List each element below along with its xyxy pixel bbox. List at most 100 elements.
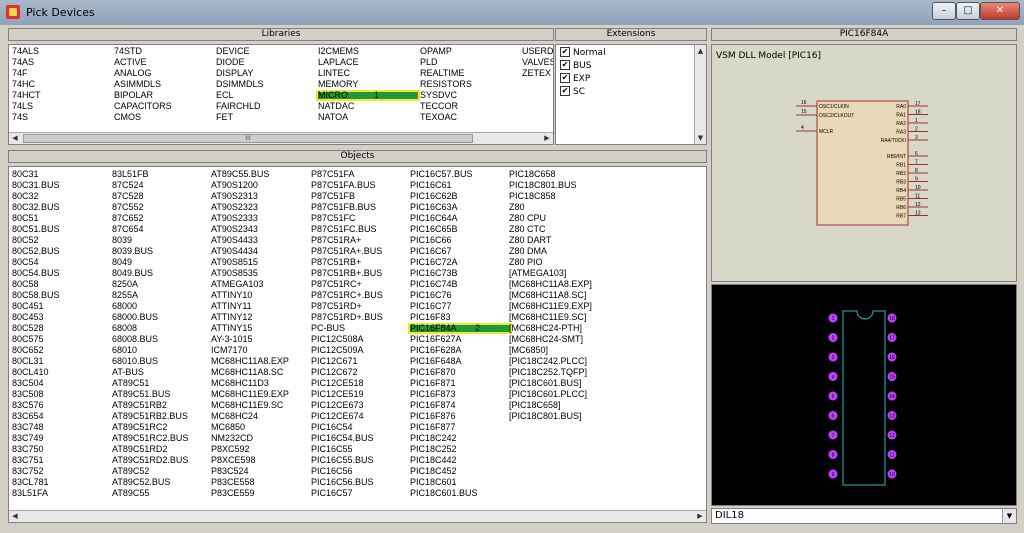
object-item[interactable]: [MC68HC11A8.SC] — [509, 290, 592, 301]
scroll-left-icon[interactable]: ◀ — [9, 133, 21, 144]
object-item[interactable]: PIC18C452 — [410, 466, 478, 477]
object-item[interactable]: PIC16F83 — [410, 312, 478, 323]
object-item[interactable]: 87C552 — [112, 202, 188, 213]
object-item[interactable]: PIC16C56.BUS — [311, 477, 383, 488]
object-item[interactable]: PIC16F873 — [410, 389, 478, 400]
object-item[interactable]: MC68HC11E9.SC — [211, 400, 289, 411]
objects-list[interactable]: 80C31 80C31.BUS 80C32 80C32.BUS 80C51 80C51.B… — [8, 166, 707, 523]
object-item[interactable]: [PIC18C601.PLCC] — [509, 389, 592, 400]
chevron-down-icon[interactable]: ▼ — [1002, 509, 1016, 523]
object-item[interactable]: [MC68HC11E9.SC] — [509, 312, 592, 323]
object-item[interactable]: 80C31 — [12, 169, 60, 180]
object-item[interactable]: [PIC18C658] — [509, 400, 592, 411]
library-item[interactable]: NATOA — [318, 112, 359, 123]
library-item[interactable]: ECL — [216, 90, 264, 101]
object-item[interactable]: P87C51RC+ — [311, 279, 383, 290]
object-item[interactable]: 83C508 — [12, 389, 60, 400]
object-item[interactable]: AT89C51RC2.BUS — [112, 433, 188, 444]
object-item[interactable]: 80C51.BUS — [12, 224, 60, 235]
object-item[interactable]: PIC16C72A — [410, 257, 478, 268]
checkbox[interactable]: ✔ — [560, 59, 570, 70]
object-item[interactable]: AT90S2313 — [211, 191, 289, 202]
library-item[interactable]: ZETEX — [522, 68, 553, 79]
object-item[interactable]: 8049 — [112, 257, 188, 268]
object-item[interactable]: PIC18C801.BUS — [509, 180, 592, 191]
object-item[interactable]: P87C51RA+ — [311, 235, 383, 246]
object-item[interactable]: P87C51RC+.BUS — [311, 290, 383, 301]
library-item[interactable]: 74F — [12, 68, 41, 79]
object-item[interactable]: 80C58 — [12, 279, 60, 290]
object-item[interactable]: AT90S8515 — [211, 257, 289, 268]
object-item[interactable]: P87C51RB+ — [311, 257, 383, 268]
object-item[interactable]: PIC16C66 — [410, 235, 478, 246]
object-item[interactable]: P87C51FA — [311, 169, 383, 180]
object-item[interactable]: [PIC18C601.BUS] — [509, 378, 592, 389]
object-item[interactable]: PIC16F627A — [410, 334, 478, 345]
object-item[interactable]: 8255A — [112, 290, 188, 301]
object-item[interactable]: Z80 CTC — [509, 224, 592, 235]
libraries-list[interactable]: 74ALS 74AS 74F 74HC 74HCT 74LS 74S 74STD ACTIVE A… — [8, 44, 554, 145]
object-item[interactable]: PIC16C63A — [410, 202, 478, 213]
object-item[interactable]: PIC16C62B — [410, 191, 478, 202]
object-item[interactable]: 87C654 — [112, 224, 188, 235]
object-item[interactable]: 83C752 — [12, 466, 60, 477]
object-item[interactable]: AT90S1200 — [211, 180, 289, 191]
object-item[interactable]: PIC16F871 — [410, 378, 478, 389]
object-item[interactable]: AT89C55 — [112, 488, 188, 499]
object-item[interactable]: 8250A — [112, 279, 188, 290]
library-item[interactable]: VALVES — [522, 57, 553, 68]
object-item[interactable]: AT89C51RD2.BUS — [112, 455, 188, 466]
object-item[interactable]: 80C32.BUS — [12, 202, 60, 213]
object-item[interactable]: AT89C51RC2 — [112, 422, 188, 433]
library-item[interactable]: CAPACITORS — [114, 101, 172, 112]
object-item[interactable]: 83C751 — [12, 455, 60, 466]
object-item[interactable]: [PIC18C242.PLCC] — [509, 356, 592, 367]
object-item[interactable]: 8049.BUS — [112, 268, 188, 279]
object-item[interactable]: [MC68HC24-SMT] — [509, 334, 592, 345]
object-item[interactable]: PIC16C57 — [311, 488, 383, 499]
object-item[interactable]: 8039.BUS — [112, 246, 188, 257]
object-item[interactable]: AT90S4434 — [211, 246, 289, 257]
library-item[interactable]: ANALOG — [114, 68, 172, 79]
object-item[interactable]: 80C52 — [12, 235, 60, 246]
object-item[interactable]: PIC16F84A — [410, 323, 478, 334]
scroll-up-icon[interactable]: ▲ — [695, 45, 706, 57]
object-item[interactable]: PIC12CE674 — [311, 411, 383, 422]
object-item[interactable]: 68010 — [112, 345, 188, 356]
object-item[interactable]: AT89C55.BUS — [211, 169, 289, 180]
library-item[interactable]: 74LS — [12, 101, 41, 112]
object-item[interactable]: 80C528 — [12, 323, 60, 334]
object-item[interactable]: MC68HC11E9.EXP — [211, 389, 289, 400]
scroll-right-icon[interactable]: ▶ — [541, 133, 553, 144]
object-item[interactable]: 80C52.BUS — [12, 246, 60, 257]
library-item[interactable]: 74ALS — [12, 46, 41, 57]
object-item[interactable]: PIC16C54.BUS — [311, 433, 383, 444]
object-item[interactable]: PIC16F628A — [410, 345, 478, 356]
library-item[interactable]: BIPOLAR — [114, 90, 172, 101]
object-item[interactable]: PIC16C67 — [410, 246, 478, 257]
extensions-vertical-scrollbar[interactable]: ▲ ▼ — [694, 45, 706, 144]
object-item[interactable]: PIC12C671 — [311, 356, 383, 367]
object-item[interactable]: ATTINY11 — [211, 301, 289, 312]
object-item[interactable]: 83L51FB — [112, 169, 188, 180]
library-item[interactable]: 74HCT — [12, 90, 41, 101]
object-item[interactable]: AT90S2343 — [211, 224, 289, 235]
scroll-right-icon[interactable]: ▶ — [694, 511, 706, 522]
object-item[interactable]: 80CL410 — [12, 367, 60, 378]
object-item[interactable]: PIC18C658 — [509, 169, 592, 180]
object-item[interactable]: PIC18C242 — [410, 433, 478, 444]
object-item[interactable]: AT89C51 — [112, 378, 188, 389]
object-item[interactable]: 83C749 — [12, 433, 60, 444]
object-item[interactable]: 80CL31 — [12, 356, 60, 367]
object-item[interactable]: Z80 PIO — [509, 257, 592, 268]
object-item[interactable]: 68008.BUS — [112, 334, 188, 345]
extension-checkbox-normal[interactable]: ✔ Normal — [560, 46, 606, 59]
object-item[interactable]: PIC16C61 — [410, 180, 478, 191]
object-item[interactable]: 68010.BUS — [112, 356, 188, 367]
object-item[interactable]: AY-3-1015 — [211, 334, 289, 345]
checkbox[interactable]: ✔ — [560, 46, 570, 57]
object-item[interactable]: 68008 — [112, 323, 188, 334]
object-item[interactable]: 83C750 — [12, 444, 60, 455]
object-item[interactable]: NM232CD — [211, 433, 289, 444]
object-item[interactable]: 80C453 — [12, 312, 60, 323]
